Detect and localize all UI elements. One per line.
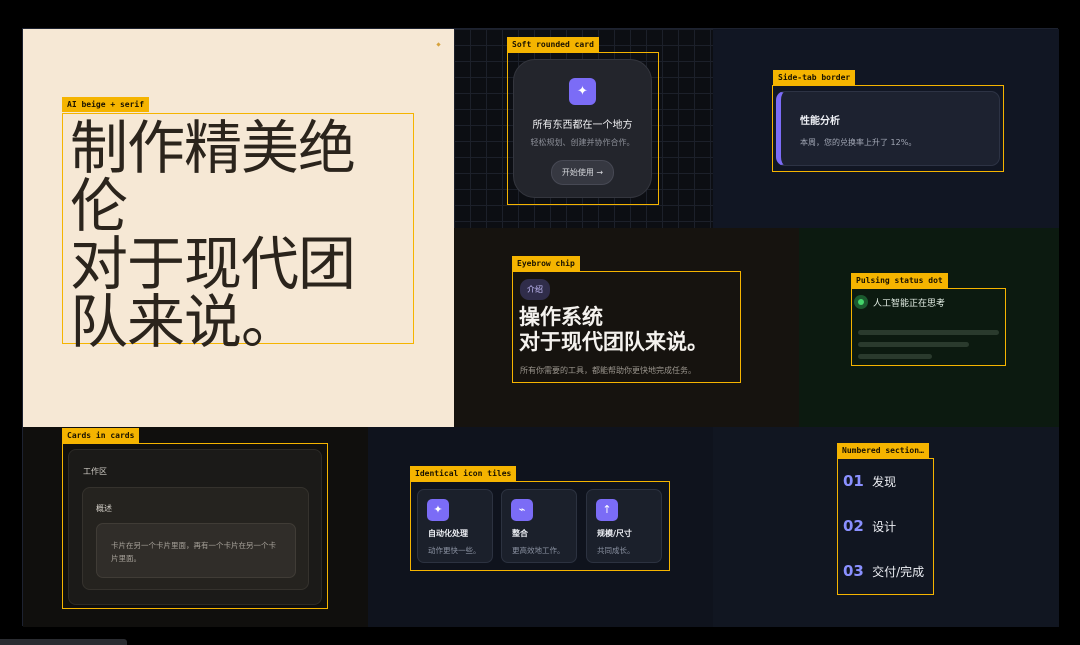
middle-card: 概述 卡片在另一个卡片里面，再有一个卡片在另一个卡片里面。 <box>82 487 309 590</box>
sparkle-icon: ✦ <box>427 499 449 521</box>
outer-card-label: 工作区 <box>83 467 107 476</box>
numbered-item: 02 设计 <box>843 516 896 535</box>
panel-side-tab-border: Side-tab border 性能分析 本周，您的兑换率上升了 12%。 <box>713 29 1059 228</box>
panel-tag: Cards in cards <box>62 428 140 443</box>
arrow-up-icon: ↑ <box>596 499 618 521</box>
status-strip <box>0 639 127 645</box>
section-number: 03 <box>843 562 864 580</box>
panel-tag: Soft rounded card <box>507 37 599 52</box>
link-icon: ⌁ <box>511 499 533 521</box>
panel-cards-in-cards: Cards in cards 工作区 概述 卡片在另一个卡片里面，再有一个卡片在… <box>23 427 368 627</box>
tile-subtitle: 更高效地工作。 <box>512 546 565 555</box>
analytics-card[interactable]: 性能分析 本周，您的兑换率上升了 12%。 <box>776 91 1000 166</box>
corner-mark-icon <box>436 42 441 47</box>
panel-tag: Eyebrow chip <box>512 256 580 271</box>
skeleton-line <box>858 354 932 359</box>
numbered-item: 01 发现 <box>843 471 896 490</box>
status-text: 人工智能正在思考 <box>873 299 946 309</box>
icon-tile[interactable]: ⌁ 整合 更高效地工作。 <box>501 489 577 563</box>
card-title: 所有东西都在一个地方 <box>532 120 633 131</box>
panel-tag: Pulsing status dot <box>851 273 948 288</box>
inner-card: 卡片在另一个卡片里面，再有一个卡片在另一个卡片里面。 <box>96 523 296 578</box>
skeleton-line <box>858 330 999 335</box>
section-number: 02 <box>843 517 864 535</box>
panel-soft-rounded-card: Soft rounded card ✦ 所有东西都在一个地方 轻松规划、创建并协… <box>454 29 713 228</box>
get-started-button[interactable]: 开始使用 → <box>550 160 615 185</box>
panel-pulsing-status-dot: Pulsing status dot 人工智能正在思考 <box>799 228 1059 427</box>
panel-tag: Identical icon tiles <box>410 466 517 481</box>
icon-tile[interactable]: ↑ 规模/尺寸 共同成长。 <box>586 489 662 563</box>
section-label: 发现 <box>872 475 897 489</box>
card-title: 性能分析 <box>800 116 840 127</box>
serif-headline: 制作精美绝 伦 对于现代团 队来说。 <box>70 114 356 356</box>
tile-subtitle: 共同成长。 <box>597 546 635 555</box>
panel-tag: Numbered section… <box>837 443 929 458</box>
section-number: 01 <box>843 472 864 490</box>
panel-ai-beige-serif: AI beige + serif 制作精美绝 伦 对于现代团 队来说。 <box>23 29 454 427</box>
card-subtitle: 本周，您的兑换率上升了 12%。 <box>800 138 917 147</box>
tile-title: 规模/尺寸 <box>597 529 632 538</box>
section-label: 设计 <box>872 520 897 534</box>
skeleton-line <box>858 342 969 347</box>
panel-numbered-sections: Numbered section… 01 发现 02 设计 03 交付/完成 <box>713 427 1059 627</box>
eyebrow-chip: 介绍 <box>520 279 550 300</box>
panel-identical-icon-tiles: Identical icon tiles ✦ 自动化处理 动作更快一些。 ⌁ 整… <box>368 427 713 627</box>
gallery-stage: AI beige + serif 制作精美绝 伦 对于现代团 队来说。 Soft… <box>22 28 1059 627</box>
sparkle-icon: ✦ <box>569 78 596 105</box>
status-dot-icon <box>854 295 868 309</box>
card-subtitle: 轻松规划、创建并协作合作。 <box>530 138 635 147</box>
icon-tile[interactable]: ✦ 自动化处理 动作更快一些。 <box>417 489 493 563</box>
tile-subtitle: 动作更快一些。 <box>428 546 481 555</box>
section-label: 交付/完成 <box>872 565 925 579</box>
panel-eyebrow-chip: Eyebrow chip 介绍 操作系统 对于现代团队来说。 所有你需要的工具，… <box>454 228 799 427</box>
eyebrow-subtitle: 所有你需要的工具，都能帮助你更快地完成任务。 <box>520 366 696 375</box>
eyebrow-headline: 操作系统 对于现代团队来说。 <box>519 305 708 354</box>
panel-tag: Side-tab border <box>773 70 856 85</box>
soft-card: ✦ 所有东西都在一个地方 轻松规划、创建并协作合作。 开始使用 → <box>513 59 652 198</box>
outer-card: 工作区 概述 卡片在另一个卡片里面，再有一个卡片在另一个卡片里面。 <box>68 449 322 605</box>
numbered-item: 03 交付/完成 <box>843 561 924 580</box>
panel-tag: AI beige + serif <box>62 97 150 112</box>
tile-title: 整合 <box>512 529 528 538</box>
tile-title: 自动化处理 <box>428 529 468 538</box>
middle-card-label: 概述 <box>96 504 112 513</box>
